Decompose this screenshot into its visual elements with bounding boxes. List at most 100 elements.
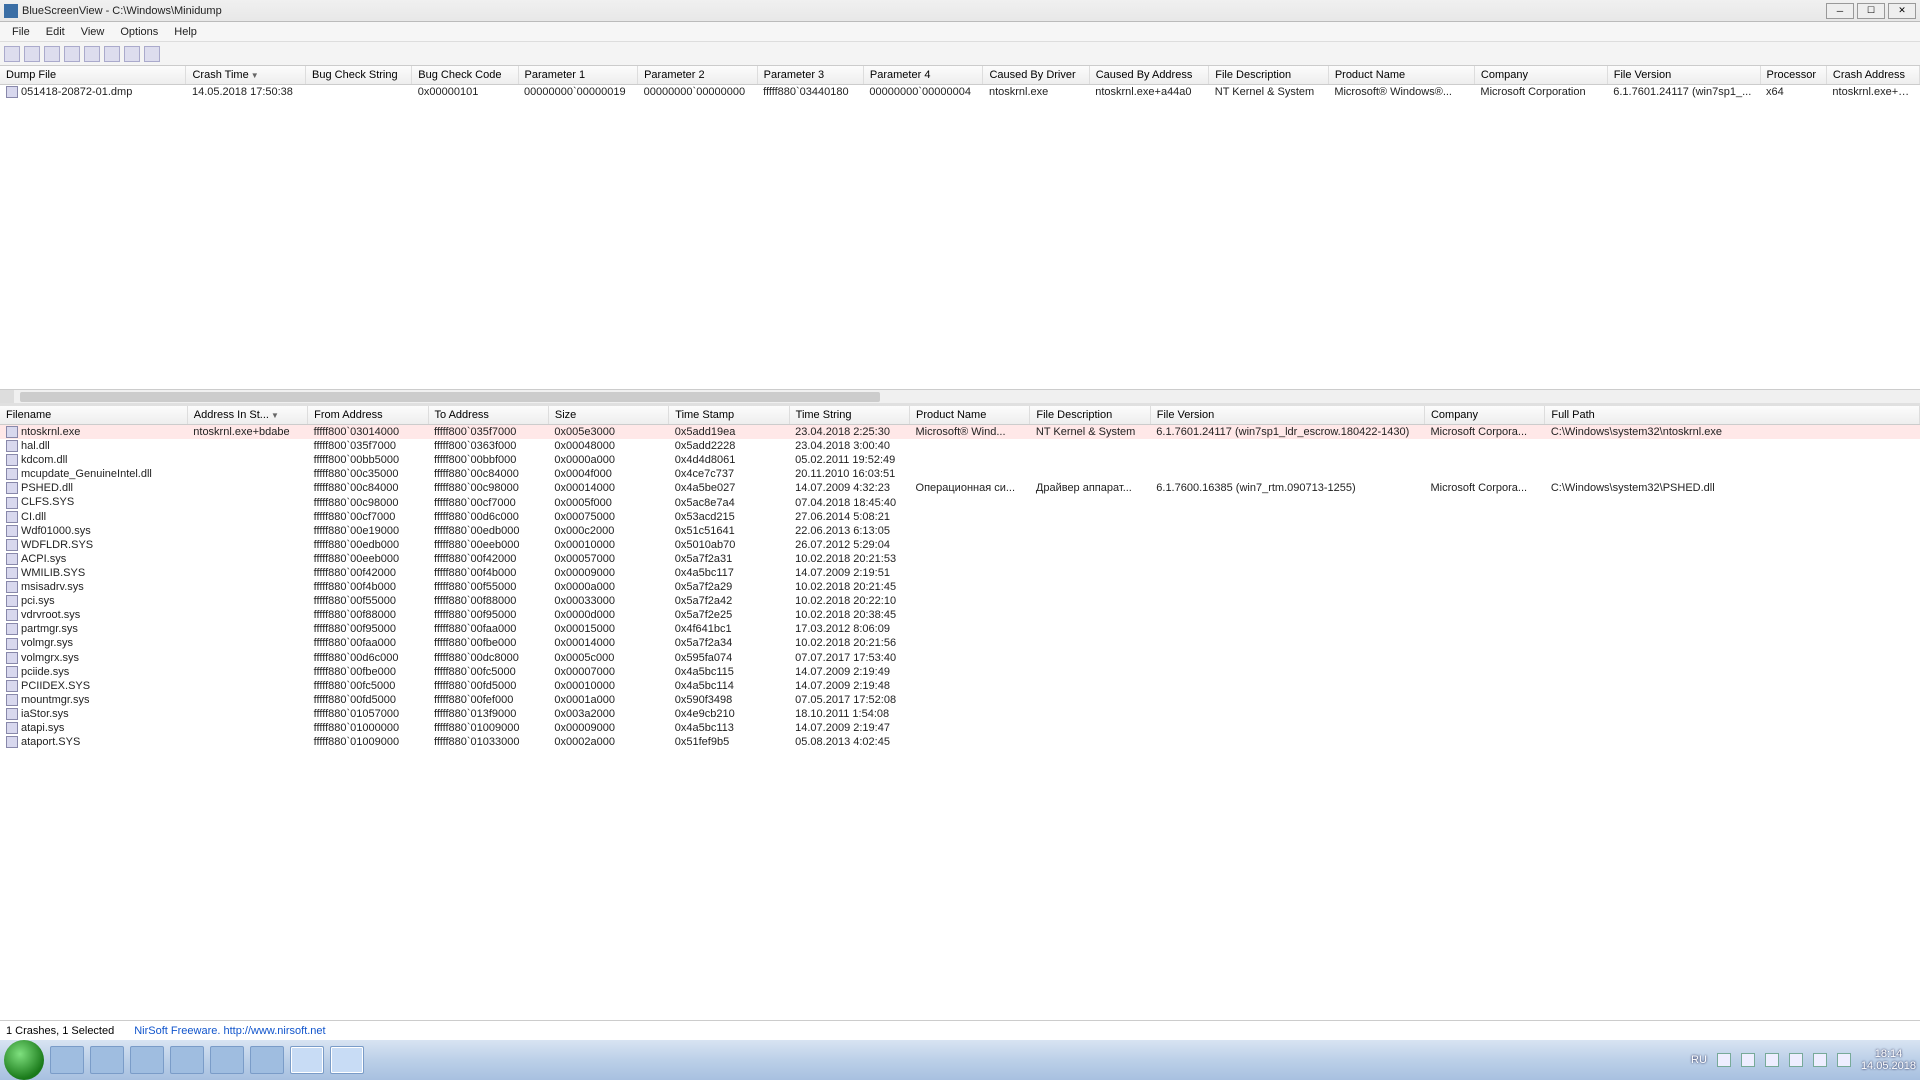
col-file-description[interactable]: File Description (1209, 66, 1329, 85)
tray-network-icon[interactable] (1765, 1053, 1779, 1067)
tray-power-icon[interactable] (1813, 1053, 1827, 1067)
driver-row[interactable]: mountmgr.sysfffff880`00fd5000fffff880`00… (0, 693, 1920, 707)
status-text: 1 Crashes, 1 Selected (6, 1025, 114, 1037)
toolbar-refresh-icon[interactable] (44, 46, 60, 62)
taskbar-ie-icon[interactable] (170, 1046, 204, 1074)
col-parameter-2[interactable]: Parameter 2 (638, 66, 758, 85)
drivers-list-pane[interactable]: FilenameAddress In St...▼From AddressTo … (0, 406, 1920, 1020)
toolbar-properties-icon[interactable] (64, 46, 80, 62)
taskbar-explorer-icon[interactable] (50, 1046, 84, 1074)
driver-file-icon (6, 694, 18, 706)
col-caused-by-address[interactable]: Caused By Address (1089, 66, 1209, 85)
driver-file-icon (6, 708, 18, 720)
driver-row[interactable]: pci.sysfffff880`00f55000fffff880`00f8800… (0, 594, 1920, 608)
nirsoft-link[interactable]: http://www.nirsoft.net (224, 1025, 326, 1037)
tray-lang[interactable]: RU (1691, 1054, 1707, 1066)
dump-list-pane[interactable]: Dump FileCrash Time▼Bug Check StringBug … (0, 66, 1920, 406)
col-parameter-4[interactable]: Parameter 4 (863, 66, 983, 85)
col-full-path[interactable]: Full Path (1545, 406, 1920, 425)
toolbar-options-icon[interactable] (124, 46, 140, 62)
menu-help[interactable]: Help (166, 24, 205, 40)
tray-app-icon[interactable] (1789, 1053, 1803, 1067)
col-file-version[interactable]: File Version (1150, 406, 1424, 425)
window-title: BlueScreenView - C:\Windows\Minidump (22, 5, 1826, 17)
driver-row[interactable]: kdcom.dllfffff800`00bb5000fffff800`00bbf… (0, 453, 1920, 467)
toolbar-save-icon[interactable] (24, 46, 40, 62)
col-product-name[interactable]: Product Name (910, 406, 1030, 425)
col-processor[interactable]: Processor (1760, 66, 1826, 85)
col-bug-check-string[interactable]: Bug Check String (306, 66, 412, 85)
toolbar-find-icon[interactable] (104, 46, 120, 62)
driver-file-icon (6, 525, 18, 537)
tray-action-center-icon[interactable] (1741, 1053, 1755, 1067)
driver-row[interactable]: hal.dllfffff800`035f7000fffff800`0363f00… (0, 439, 1920, 453)
col-time-stamp[interactable]: Time Stamp (669, 406, 789, 425)
col-address-in-st-[interactable]: Address In St...▼ (187, 406, 307, 425)
col-crash-time[interactable]: Crash Time▼ (186, 66, 306, 85)
system-tray[interactable]: RU 18:1414.05.2018 (1691, 1048, 1916, 1072)
col-size[interactable]: Size (548, 406, 668, 425)
driver-row[interactable]: PCIIDEX.SYSfffff880`00fc5000fffff880`00f… (0, 679, 1920, 693)
tray-show-hidden-icon[interactable] (1717, 1053, 1731, 1067)
col-time-string[interactable]: Time String (789, 406, 909, 425)
statusbar: 1 Crashes, 1 Selected NirSoft Freeware. … (0, 1020, 1920, 1040)
taskbar[interactable]: RU 18:1414.05.2018 (0, 1040, 1920, 1080)
driver-row[interactable]: Wdf01000.sysfffff880`00e19000fffff880`00… (0, 524, 1920, 538)
driver-row[interactable]: ataport.SYSfffff880`01009000fffff880`010… (0, 735, 1920, 749)
col-file-description[interactable]: File Description (1030, 406, 1150, 425)
maximize-button[interactable]: ☐ (1857, 3, 1885, 19)
driver-row[interactable]: mcupdate_GenuineIntel.dllfffff880`00c350… (0, 467, 1920, 481)
driver-row[interactable]: ntoskrnl.exentoskrnl.exe+bdabefffff800`0… (0, 425, 1920, 440)
driver-row[interactable]: ACPI.sysfffff880`00eeb000fffff880`00f420… (0, 552, 1920, 566)
tray-volume-icon[interactable] (1837, 1053, 1851, 1067)
toolbar-exit-icon[interactable] (144, 46, 160, 62)
driver-file-icon (6, 482, 18, 494)
col-company[interactable]: Company (1424, 406, 1544, 425)
driver-row[interactable]: CI.dllfffff880`00cf7000fffff880`00d6c000… (0, 510, 1920, 524)
close-button[interactable]: ✕ (1888, 3, 1916, 19)
driver-row[interactable]: volmgrx.sysfffff880`00d6c000fffff880`00d… (0, 651, 1920, 665)
driver-row[interactable]: iaStor.sysfffff880`01057000fffff880`013f… (0, 707, 1920, 721)
col-bug-check-code[interactable]: Bug Check Code (412, 66, 518, 85)
col-company[interactable]: Company (1474, 66, 1607, 85)
driver-row[interactable]: volmgr.sysfffff880`00faa000fffff880`00fb… (0, 636, 1920, 650)
driver-row[interactable]: WDFLDR.SYSfffff880`00edb000fffff880`00ee… (0, 538, 1920, 552)
menu-edit[interactable]: Edit (38, 24, 73, 40)
taskbar-whocrashed-icon[interactable] (330, 1046, 364, 1074)
horizontal-scrollbar[interactable] (0, 389, 1920, 403)
col-file-version[interactable]: File Version (1607, 66, 1760, 85)
col-to-address[interactable]: To Address (428, 406, 548, 425)
driver-file-icon (6, 581, 18, 593)
taskbar-mediaplayer-icon[interactable] (90, 1046, 124, 1074)
col-parameter-3[interactable]: Parameter 3 (757, 66, 863, 85)
start-button[interactable] (4, 1040, 44, 1080)
taskbar-utorrent-icon[interactable] (130, 1046, 164, 1074)
taskbar-bluescreenview-icon[interactable] (290, 1046, 324, 1074)
taskbar-chrome-icon[interactable] (210, 1046, 244, 1074)
driver-row[interactable]: WMILIB.SYSfffff880`00f42000fffff880`00f4… (0, 566, 1920, 580)
col-dump-file[interactable]: Dump File (0, 66, 186, 85)
col-crash-address[interactable]: Crash Address (1826, 66, 1919, 85)
driver-row[interactable]: msisadrv.sysfffff880`00f4b000fffff880`00… (0, 580, 1920, 594)
taskbar-yandex-icon[interactable] (250, 1046, 284, 1074)
menu-options[interactable]: Options (112, 24, 166, 40)
col-caused-by-driver[interactable]: Caused By Driver (983, 66, 1089, 85)
driver-row[interactable]: vdrvroot.sysfffff880`00f88000fffff880`00… (0, 608, 1920, 622)
tray-clock[interactable]: 18:1414.05.2018 (1861, 1048, 1916, 1072)
col-parameter-1[interactable]: Parameter 1 (518, 66, 638, 85)
menu-view[interactable]: View (73, 24, 113, 40)
minimize-button[interactable]: ─ (1826, 3, 1854, 19)
col-filename[interactable]: Filename (0, 406, 187, 425)
menu-file[interactable]: File (4, 24, 38, 40)
driver-row[interactable]: atapi.sysfffff880`01000000fffff880`01009… (0, 721, 1920, 735)
col-from-address[interactable]: From Address (308, 406, 428, 425)
dump-row[interactable]: 051418-20872-01.dmp14.05.2018 17:50:380x… (0, 85, 1920, 100)
col-product-name[interactable]: Product Name (1328, 66, 1474, 85)
toolbar-copy-icon[interactable] (84, 46, 100, 62)
driver-row[interactable]: CLFS.SYSfffff880`00c98000fffff880`00cf70… (0, 495, 1920, 509)
driver-row[interactable]: pciide.sysfffff880`00fbe000fffff880`00fc… (0, 665, 1920, 679)
driver-row[interactable]: partmgr.sysfffff880`00f95000fffff880`00f… (0, 622, 1920, 636)
toolbar-open-icon[interactable] (4, 46, 20, 62)
driver-row[interactable]: PSHED.dllfffff880`00c84000fffff880`00c98… (0, 481, 1920, 495)
driver-file-icon (6, 623, 18, 635)
